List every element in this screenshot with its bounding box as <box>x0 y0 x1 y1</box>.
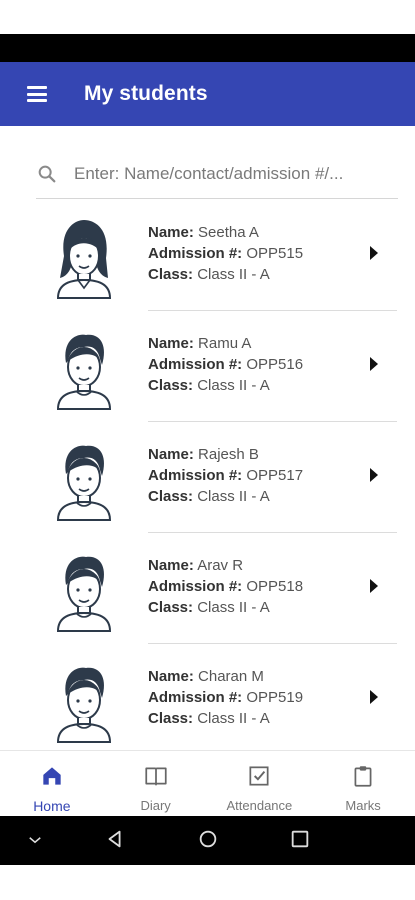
nav-item-marks[interactable]: Marks <box>311 751 415 817</box>
boy-avatar-icon <box>52 438 116 522</box>
search-bar <box>36 150 398 199</box>
chevron-right-icon[interactable] <box>370 246 378 260</box>
bottom-navigation: Home Diary Attendance Marks <box>0 750 415 817</box>
admission-label: Admission #: <box>148 356 243 373</box>
boy-avatar-icon <box>52 549 116 633</box>
student-class: Class II - A <box>197 488 270 505</box>
status-bar <box>0 34 415 62</box>
nav-label-diary: Diary <box>140 798 171 813</box>
nav-label-attendance: Attendance <box>226 798 293 813</box>
student-row[interactable]: Name: Ramu A Admission #: OPP516 Class: … <box>0 311 415 422</box>
keyboard-hide-icon[interactable] <box>26 831 44 854</box>
student-row[interactable]: Name: Arav R Admission #: OPP518 Class: … <box>0 533 415 644</box>
student-list: Name: Seetha A Admission #: OPP515 Class… <box>0 200 415 750</box>
nav-item-attendance[interactable]: Attendance <box>208 751 312 817</box>
class-label: Class: <box>148 266 194 283</box>
student-class: Class II - A <box>197 710 270 727</box>
student-name: Charan M <box>198 668 264 685</box>
chevron-right-icon[interactable] <box>370 690 378 704</box>
admission-label: Admission #: <box>148 245 243 262</box>
student-info: Name: Charan M Admission #: OPP519 Class… <box>148 666 303 729</box>
student-class: Class II - A <box>197 377 270 394</box>
chevron-right-icon[interactable] <box>370 468 378 482</box>
home-icon <box>39 763 65 794</box>
name-label: Name: <box>148 335 194 352</box>
student-name: Seetha A <box>198 224 259 241</box>
nav-label-marks: Marks <box>345 798 381 813</box>
boy-avatar-icon <box>52 660 116 744</box>
student-name: Rajesh B <box>198 446 259 463</box>
student-admission: OPP516 <box>246 356 304 373</box>
student-info: Name: Arav R Admission #: OPP518 Class: … <box>148 555 303 618</box>
student-info: Name: Seetha A Admission #: OPP515 Class… <box>148 222 303 285</box>
page-title: My students <box>84 82 208 105</box>
search-input[interactable] <box>72 163 386 185</box>
student-row[interactable]: Name: Charan M Admission #: OPP519 Class… <box>0 644 415 750</box>
name-label: Name: <box>148 557 194 574</box>
student-row[interactable]: Name: Rajesh B Admission #: OPP517 Class… <box>0 422 415 533</box>
nav-item-home[interactable]: Home <box>0 751 104 817</box>
bottom-margin <box>0 865 415 900</box>
class-label: Class: <box>148 488 194 505</box>
student-info: Name: Ramu A Admission #: OPP516 Class: … <box>148 333 303 396</box>
name-label: Name: <box>148 224 194 241</box>
student-info: Name: Rajesh B Admission #: OPP517 Class… <box>148 444 303 507</box>
class-label: Class: <box>148 599 194 616</box>
home-circle-icon[interactable] <box>197 828 219 855</box>
hamburger-menu-icon[interactable] <box>27 86 47 102</box>
system-navigation-bar <box>0 816 415 865</box>
admission-label: Admission #: <box>148 578 243 595</box>
name-label: Name: <box>148 668 194 685</box>
clipboard-icon <box>350 763 376 794</box>
nav-item-diary[interactable]: Diary <box>104 751 208 817</box>
nav-label-home: Home <box>33 798 71 814</box>
boy-avatar-icon <box>52 327 116 411</box>
student-row[interactable]: Name: Seetha A Admission #: OPP515 Class… <box>0 200 415 311</box>
student-admission: OPP515 <box>246 245 304 262</box>
back-icon[interactable] <box>104 828 126 855</box>
student-admission: OPP519 <box>246 689 304 706</box>
search-icon <box>36 163 58 185</box>
class-label: Class: <box>148 710 194 727</box>
admission-label: Admission #: <box>148 467 243 484</box>
student-admission: OPP518 <box>246 578 304 595</box>
girl-avatar-icon <box>52 216 116 300</box>
student-name: Ramu A <box>198 335 252 352</box>
admission-label: Admission #: <box>148 689 243 706</box>
checkbox-icon <box>246 763 272 794</box>
name-label: Name: <box>148 446 194 463</box>
student-class: Class II - A <box>197 266 270 283</box>
chevron-right-icon[interactable] <box>370 357 378 371</box>
student-admission: OPP517 <box>246 467 304 484</box>
chevron-right-icon[interactable] <box>370 579 378 593</box>
top-margin <box>0 0 415 34</box>
student-class: Class II - A <box>197 599 270 616</box>
student-name: Arav R <box>197 557 244 574</box>
app-bar: My students <box>0 62 415 126</box>
book-icon <box>143 763 169 794</box>
class-label: Class: <box>148 377 194 394</box>
recents-icon[interactable] <box>289 828 311 855</box>
